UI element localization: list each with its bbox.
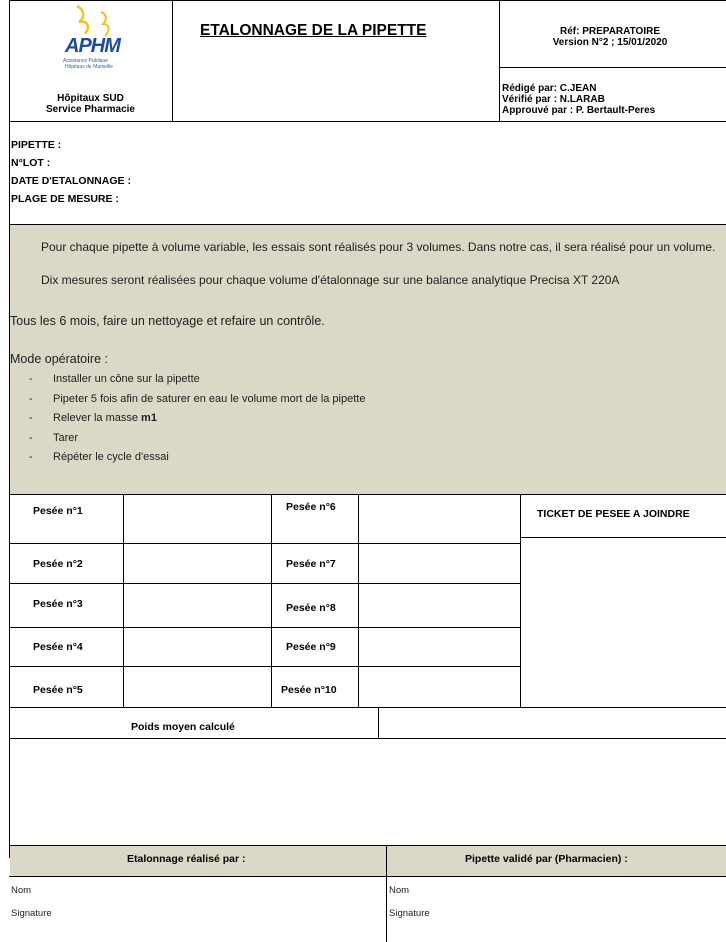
field-plage: PLAGE DE MESURE : [11,193,119,205]
weighing-7-label: Pesée n°7 [286,558,336,570]
weighing-2-label: Pesée n°2 [33,558,83,570]
validated-by-title: Pipette validé par (Pharmacien) : [465,853,628,865]
weighing-5-label: Pesée n°5 [33,684,83,696]
field-pipette: PIPETTE : [11,139,62,151]
doc-ref: Réf: PREPARATOIRE [559,26,660,37]
doc-version: Version N°2 ; 15/01/2020 [552,37,668,48]
step-1: - Installer un cône sur la pipette [29,373,200,385]
weighing-4-label: Pesée n°4 [33,641,83,653]
bullet-2-text: Dix mesures seront réalisées pour chaque… [41,273,620,287]
info-fields: PIPETTE : N°LOT : DATE D'ETALONNAGE : PL… [11,136,131,208]
weighing-1-label: Pesée n°1 [33,505,83,517]
org-line1: Hôpitaux SUD [57,93,124,104]
step-3: - Relever la masse m1 [29,412,157,424]
bullet-2: • Dix mesures seront réalisées pour chaq… [41,273,725,288]
page-title: ETALONNAGE DE LA PIPETTE [200,22,427,39]
weighing-6-label: Pesée n°6 [286,501,336,513]
logo-text: APHM [65,35,121,57]
weighing-9-label: Pesée n°9 [286,641,336,653]
step-4: - Tarer [29,431,79,444]
field-date: DATE D'ETALONNAGE : [11,175,131,187]
right-signature-label: Signature [389,908,430,919]
weighing-8-label: Pesée n°8 [286,602,336,614]
right-nom-label: Nom [389,885,410,896]
org-line2: Service Pharmacie [46,104,135,115]
weighing-10-label: Pesée n°10 [281,684,337,696]
frequency-note: Tous les 6 mois, faire un nettoyage et r… [10,314,325,328]
redige-par: Rédigé par: C.JEAN [502,83,597,94]
left-signature-label: Signature [11,908,52,919]
ticket-label: TICKET DE PESEE A JOINDRE [537,508,690,520]
form-sheet: APHM Assistance Publique Hôpitaux de Mar… [9,0,726,942]
left-nom-label: Nom [11,885,32,896]
field-lot: N°LOT : [11,157,51,169]
logo-subtitle-2: Hôpitaux de Marseille [65,64,114,70]
mode-title: Mode opératoire : [10,352,108,366]
weighing-3-label: Pesée n°3 [33,598,83,610]
bullet-1: • Pour chaque pipette à volume variable,… [41,240,725,255]
approuve-par: Approuvé par : P. Bertault-Peres [502,105,656,116]
verifie-par: Vérifié par : N.LARAB [502,94,605,105]
step-2: - Pipeter 5 fois afin de saturer en eau l… [29,392,366,405]
step-5: - Répéter le cycle d'essai [29,451,169,463]
average-weight-label: Poids moyen calculé [131,721,235,733]
bullet-1-text: Pour chaque pipette à volume variable, l… [41,240,716,254]
steps-list: - Installer un cône sur la pipette - Pipet… [29,370,365,468]
calibration-by-title: Etalonnage réalisé par : [127,853,246,865]
